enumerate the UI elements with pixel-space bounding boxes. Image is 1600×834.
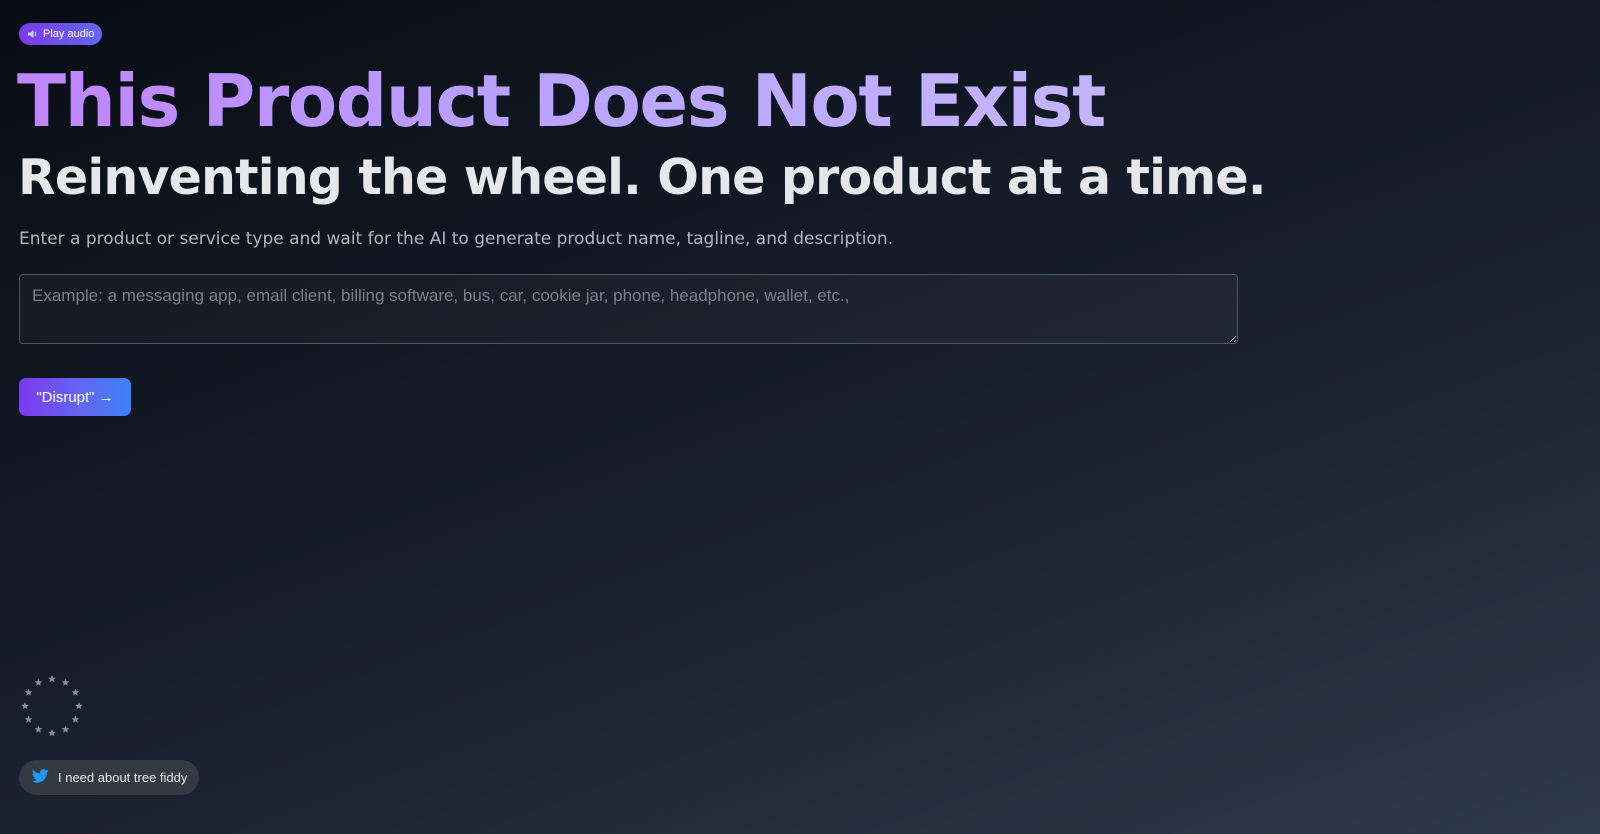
page-description: Enter a product or service type and wait… [19,229,894,249]
play-audio-button[interactable]: Play audio [19,23,103,45]
tweet-button[interactable]: I need about tree fiddy [19,760,200,795]
tweet-label: I need about tree fiddy [58,770,188,785]
disrupt-button[interactable]: "Disrupt" → [19,378,131,416]
eu-stars-icon [21,675,83,737]
twitter-icon [31,769,49,786]
product-type-input[interactable] [19,274,1238,344]
play-audio-label: Play audio [43,28,95,40]
speaker-icon [27,28,39,40]
page-subtitle: Reinventing the wheel. One product at a … [18,149,1266,206]
page-title: This Product Does Not Exist [17,59,1106,143]
